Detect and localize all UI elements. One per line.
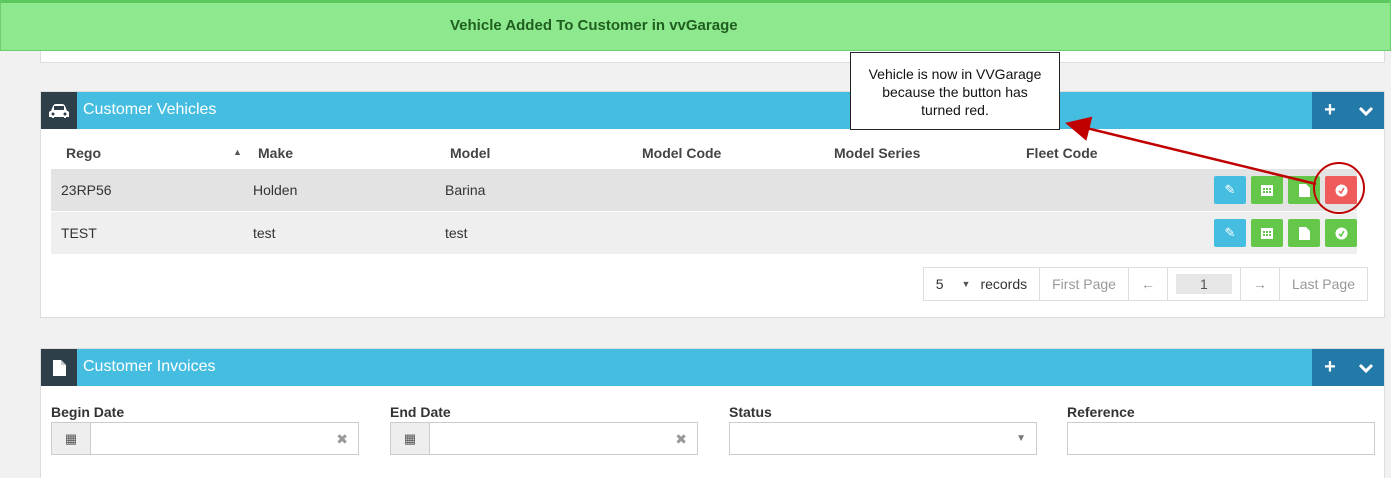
sort-asc-icon[interactable]: ▲ [233,147,242,157]
vvgarage-button-active[interactable] [1325,176,1357,204]
last-page-button[interactable]: Last Page [1278,268,1367,300]
car-icon [41,92,77,129]
customer-vehicles-panel: Customer Vehicles + Rego ▲ Make Model Mo… [40,91,1385,318]
status-label: Status [729,404,772,420]
callout-line-3: turned red. [921,102,989,118]
annotation-callout: Vehicle is now in VVGarage because the b… [850,52,1060,130]
begin-date-label: Begin Date [51,404,125,420]
cell-make: test [253,225,276,241]
pencil-icon: ✎ [1224,182,1236,197]
reference-label: Reference [1067,404,1135,420]
vehicles-table-header: Rego ▲ Make Model Model Code Model Serie… [51,145,1374,169]
first-page-button[interactable]: First Page [1039,268,1128,300]
calendar-icon [1261,185,1273,196]
cell-rego: 23RP56 [61,182,112,198]
dropdown-caret-icon: ▼ [1016,433,1026,444]
invoices-panel-title: Customer Invoices [83,358,216,375]
edit-button[interactable]: ✎ [1214,219,1246,247]
status-select[interactable]: ▼ [729,422,1037,455]
file-icon [41,349,77,386]
callout-line-2: because the button has [882,84,1028,100]
document-icon [1298,226,1310,240]
invoice-button[interactable] [1288,176,1320,204]
reference-input[interactable] [1067,422,1375,455]
page-size-value: 5 [935,276,944,292]
col-model-code[interactable]: Model Code [642,145,721,161]
cell-rego: TEST [61,225,97,241]
col-rego[interactable]: Rego [66,145,101,161]
invoice-button[interactable] [1288,219,1320,247]
records-label: records [980,276,1028,292]
calendar-button[interactable] [1251,219,1283,247]
col-model[interactable]: Model [450,145,490,161]
prev-page-button[interactable]: ← [1127,268,1167,300]
garage-icon [1335,184,1347,196]
add-invoice-plus-icon[interactable]: + [1312,349,1348,386]
success-banner: Vehicle Added To Customer in vvGarage [0,0,1391,51]
current-page[interactable]: 1 [1175,274,1232,294]
clear-x-icon[interactable]: ✖ [336,431,348,448]
table-row[interactable]: TEST test test ✎ [51,212,1357,254]
page-number-box: 1 [1166,268,1240,300]
garage-icon [1335,227,1347,239]
col-fleet-code[interactable]: Fleet Code [1026,145,1098,161]
calendar-icon[interactable]: ▦ [52,423,91,454]
add-vehicle-plus-icon[interactable]: + [1312,92,1348,129]
begin-date-field[interactable]: ▦ ✖ [51,422,359,455]
collapse-chevron-icon[interactable] [1348,349,1384,386]
vehicles-panel-header: Customer Vehicles + [41,92,1384,129]
page-size-select[interactable]: 5 ▼ records [924,268,1039,300]
vehicles-panel-title: Customer Vehicles [83,101,217,118]
table-row[interactable]: 23RP56 Holden Barina ✎ [51,169,1357,211]
end-date-label: End Date [390,404,451,420]
invoices-panel-header: Customer Invoices + [41,349,1384,386]
customer-invoices-panel: Customer Invoices + Begin Date ▦ ✖ End D… [40,348,1385,478]
vvgarage-button[interactable] [1325,219,1357,247]
end-date-field[interactable]: ▦ ✖ [390,422,698,455]
calendar-icon [1261,228,1273,239]
cell-make: Holden [253,182,298,198]
clear-x-icon[interactable]: ✖ [675,431,687,448]
cell-model: test [445,225,468,241]
document-icon [1298,183,1310,197]
col-model-series[interactable]: Model Series [834,145,920,161]
dropdown-caret-icon: ▼ [961,279,971,289]
cell-model: Barina [445,182,486,198]
calendar-button[interactable] [1251,176,1283,204]
col-make[interactable]: Make [258,145,293,161]
collapse-chevron-icon[interactable] [1348,92,1384,129]
pagination: 5 ▼ records First Page ← 1 → Last Page [922,267,1368,301]
next-page-button[interactable]: → [1239,268,1279,300]
top-panel-edge [40,51,1385,63]
calendar-icon[interactable]: ▦ [391,423,430,454]
pencil-icon: ✎ [1224,225,1236,240]
success-message: Vehicle Added To Customer in vvGarage [450,17,738,34]
edit-button[interactable]: ✎ [1214,176,1246,204]
callout-line-1: Vehicle is now in VVGarage [868,66,1042,82]
